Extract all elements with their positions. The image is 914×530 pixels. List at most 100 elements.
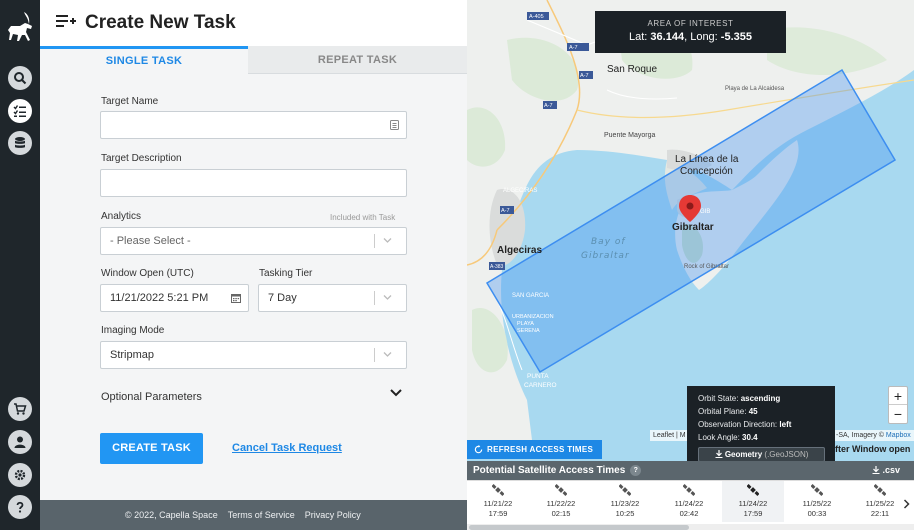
map-label-gibraltar: Gibraltar: [672, 222, 714, 233]
access-time: 10:25: [615, 509, 635, 518]
imaging-mode-label: Imaging Mode: [101, 325, 165, 336]
zoom-out-button[interactable]: −: [889, 405, 907, 423]
satellite-icon: [682, 484, 696, 496]
map-label-urb-2: PLAYA: [517, 321, 534, 327]
lat-label: Lat:: [629, 31, 648, 43]
geometry-download-button[interactable]: Geometry (.GeoJSON): [698, 447, 825, 462]
nav-search-button[interactable]: [8, 66, 32, 90]
map-label-bay-2: Gibraltar: [581, 251, 630, 261]
map-label-san-garcia: SAN GARCIA: [512, 293, 549, 299]
contact-card-icon: [390, 120, 399, 130]
attribution-left[interactable]: Leaflet | M: [650, 430, 689, 441]
imaging-mode-select[interactable]: Stripmap: [100, 341, 407, 369]
nav-user-button[interactable]: [8, 430, 32, 454]
satellite-icon: [554, 484, 568, 496]
download-icon: [715, 450, 723, 458]
access-time-item[interactable]: 11/21/22 17:59: [467, 481, 529, 522]
map-view[interactable]: San Roque La Línea de la Concepción Gibr…: [467, 0, 914, 530]
long-label: Long:: [690, 31, 718, 43]
road-shield-a7: A-7: [500, 206, 514, 214]
mapbox-link[interactable]: Mapbox: [886, 432, 911, 439]
access-time-item[interactable]: 11/24/22 02:42: [658, 481, 720, 522]
satellite-icon: [810, 484, 824, 496]
nav-database-button[interactable]: [8, 131, 32, 155]
look-angle-row: Look Angle: 30.4: [698, 433, 758, 442]
chevron-right-icon[interactable]: [903, 499, 910, 509]
help-icon: [16, 501, 24, 513]
footer: © 2022, Capella Space Terms of Service P…: [40, 500, 467, 530]
nav-cart-button[interactable]: [8, 397, 32, 421]
access-date: 11/25/22: [865, 499, 895, 508]
select-separator: [374, 348, 375, 362]
access-time-item[interactable]: 11/25/22 22:11: [849, 481, 911, 522]
attribution-text: -SA, Imagery ©: [836, 432, 886, 439]
calendar-icon[interactable]: [231, 293, 241, 303]
analytics-label: Analytics: [101, 211, 142, 222]
access-times-list: 11/21/22 17:59 11/22/22 02:15 11/23/22 1…: [467, 480, 914, 530]
svg-text:A-7: A-7: [569, 45, 578, 51]
nav-help-button[interactable]: [8, 495, 32, 519]
access-time-item[interactable]: 11/23/22 10:25: [594, 481, 656, 522]
imaging-mode-value: Stripmap: [110, 349, 155, 361]
nav-tasks-button[interactable]: [8, 99, 32, 123]
refresh-label: REFRESH ACCESS TIMES: [487, 445, 594, 454]
task-list-icon: [13, 105, 26, 117]
cancel-task-link[interactable]: Cancel Task Request: [232, 442, 342, 454]
privacy-link[interactable]: Privacy Policy: [305, 510, 361, 520]
zoom-control: + −: [888, 386, 908, 424]
access-time: 22:11: [870, 509, 890, 518]
tab-single-task[interactable]: SINGLE TASK: [40, 46, 248, 74]
access-time-item[interactable]: 11/22/22 02:15: [530, 481, 592, 522]
optional-parameters-label[interactable]: Optional Parameters: [101, 391, 202, 403]
ibex-logo-icon[interactable]: [4, 10, 36, 48]
horizontal-scrollbar[interactable]: [467, 524, 914, 530]
satellite-icon: [746, 484, 760, 496]
target-description-input[interactable]: [100, 169, 407, 197]
map-label-rock: Rock of Gibraltar: [684, 264, 729, 270]
access-time: 17:59: [488, 509, 508, 518]
search-icon: [14, 72, 27, 85]
road-shield-a7: A-7: [567, 43, 589, 51]
map-label-punta: PUNTA: [527, 373, 549, 380]
zoom-in-button[interactable]: +: [889, 387, 907, 405]
access-time-item[interactable]: 11/25/22 00:33: [786, 481, 848, 522]
satellite-icon: [491, 484, 505, 496]
tasking-tier-select[interactable]: 7 Day: [258, 284, 407, 312]
sidebar: [0, 0, 40, 530]
terms-link[interactable]: Terms of Service: [228, 510, 295, 520]
tasking-tier-value: 7 Day: [268, 292, 297, 304]
window-open-input[interactable]: 11/21/2022 5:21 PM: [100, 284, 249, 312]
nav-settings-button[interactable]: [8, 463, 32, 487]
target-name-input[interactable]: [100, 111, 407, 139]
geometry-suffix: (.GeoJSON): [764, 450, 809, 459]
task-panel: Create New Task SINGLE TASK REPEAT TASK …: [40, 0, 467, 530]
target-name-label: Target Name: [101, 96, 159, 107]
map-label-bay-1: Bay of: [591, 237, 626, 247]
optional-parameters-chevron-icon[interactable]: [389, 388, 403, 398]
scrollbar-thumb[interactable]: [469, 525, 689, 530]
task-tabs: SINGLE TASK REPEAT TASK: [40, 46, 467, 74]
long-value: -5.355: [720, 31, 752, 43]
window-open-value: 11/21/2022 5:21 PM: [110, 292, 209, 304]
svg-text:A-383: A-383: [490, 264, 504, 270]
access-time-item-selected[interactable]: 11/24/22 17:59: [722, 481, 784, 522]
csv-download-button[interactable]: .csv: [872, 461, 900, 480]
csv-label: .csv: [882, 465, 901, 475]
target-description-label: Target Description: [101, 153, 182, 164]
map-label-playa: Playa de La Alcaidesa: [725, 86, 785, 92]
access-time: 00:33: [807, 509, 827, 518]
geometry-label: Geometry: [724, 450, 763, 459]
analytics-select[interactable]: - Please Select -: [100, 227, 407, 255]
chevron-down-icon: [383, 295, 392, 300]
map-label-la-linea: La Línea de la: [675, 154, 739, 165]
create-task-button[interactable]: CREATE TASK: [100, 433, 203, 464]
road-shield-a7: A-7: [543, 101, 557, 109]
satellite-icon: [873, 484, 887, 496]
access-help-icon[interactable]: ?: [630, 465, 642, 476]
panel-header: Create New Task: [40, 0, 467, 46]
refresh-access-times-button[interactable]: REFRESH ACCESS TIMES: [467, 440, 602, 459]
cart-icon: [14, 403, 27, 415]
tab-repeat-task[interactable]: REPEAT TASK: [248, 46, 467, 74]
analytics-select-value: - Please Select -: [110, 235, 191, 247]
svg-text:A-7: A-7: [501, 208, 510, 214]
